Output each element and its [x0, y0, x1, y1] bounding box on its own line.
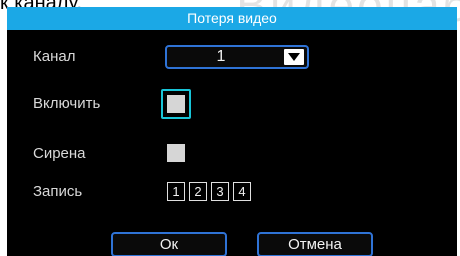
record-label: Запись [33, 183, 83, 200]
record-channel-1[interactable]: 1 [167, 182, 185, 201]
channel-label: Канал [33, 48, 76, 65]
record-channel-group: 1 2 3 4 [167, 182, 255, 202]
enable-checkbox-box [167, 95, 185, 113]
record-channel-3[interactable]: 3 [211, 182, 229, 201]
ok-button[interactable]: Ок [111, 232, 227, 256]
record-row: Запись 1 2 3 4 [7, 177, 457, 207]
chevron-down-icon[interactable] [284, 49, 304, 65]
enable-row: Включить [7, 89, 457, 119]
enable-label: Включить [33, 95, 101, 112]
record-channel-4[interactable]: 4 [233, 182, 251, 201]
video-loss-dialog: Потеря видео Канал 1 Включить Сирена Зап… [7, 7, 457, 256]
channel-select-value: 1 [216, 48, 226, 65]
siren-row: Сирена [7, 139, 457, 169]
channel-row: Канал 1 [7, 42, 457, 72]
cancel-button[interactable]: Отмена [257, 232, 373, 256]
dialog-title: Потеря видео [7, 7, 457, 30]
siren-checkbox[interactable] [167, 144, 185, 162]
record-channel-2[interactable]: 2 [189, 182, 207, 201]
siren-label: Сирена [33, 145, 86, 162]
channel-select[interactable]: 1 [165, 45, 309, 69]
enable-checkbox[interactable] [161, 89, 191, 119]
